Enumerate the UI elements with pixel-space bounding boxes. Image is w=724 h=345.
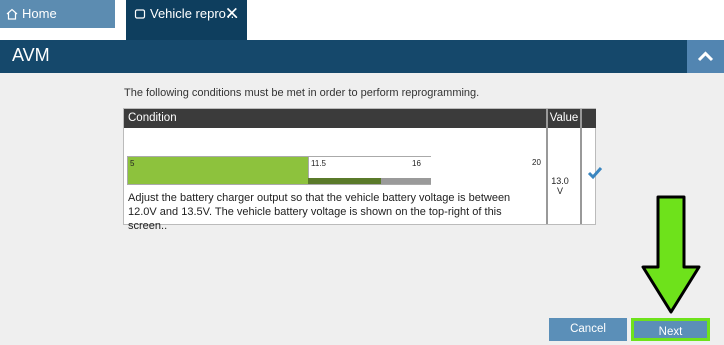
conditions-table: Condition Value 5 11.5 16 20 Adjust the … — [123, 108, 603, 232]
window-icon — [134, 2, 146, 19]
tab-vehicle-reprogramming[interactable]: Vehicle repro… ✕ — [126, 0, 247, 40]
bar-tick: 16 — [412, 159, 421, 168]
voltage-unit: V — [556, 186, 563, 196]
page-title: AVM — [12, 45, 50, 65]
intro-text: The following conditions must be met in … — [124, 87, 480, 99]
voltage-bar-underline — [381, 178, 431, 184]
voltage-number: 13.0 — [551, 176, 569, 186]
home-icon — [6, 2, 18, 20]
value-header: Value — [548, 109, 580, 128]
check-icon — [587, 166, 603, 180]
bar-tick: 20 — [532, 158, 541, 167]
cancel-button[interactable]: Cancel — [549, 318, 627, 341]
close-icon[interactable]: ✕ — [225, 4, 239, 24]
bar-tick: 5 — [130, 159, 135, 168]
chevron-up-icon — [697, 51, 714, 62]
next-button[interactable]: Next — [631, 318, 710, 341]
condition-description: Adjust the battery charger output so tha… — [128, 192, 511, 232]
tab-home[interactable]: Home — [0, 0, 115, 28]
app-header: AVM — [0, 40, 724, 73]
voltage-bar-underline — [308, 178, 381, 184]
collapse-button[interactable] — [687, 40, 724, 73]
condition-header: Condition — [124, 109, 546, 128]
status-header — [582, 109, 596, 128]
bar-tick: 11.5 — [311, 159, 326, 168]
voltage-bar: 5 11.5 16 — [127, 156, 431, 185]
column-divider — [546, 109, 548, 224]
arrow-down-icon — [640, 195, 702, 315]
voltage-bar-underline — [128, 178, 308, 184]
battery-voltage-value: 13.0 V — [550, 176, 570, 196]
column-divider — [580, 109, 582, 224]
tab-home-label: Home — [22, 6, 57, 21]
